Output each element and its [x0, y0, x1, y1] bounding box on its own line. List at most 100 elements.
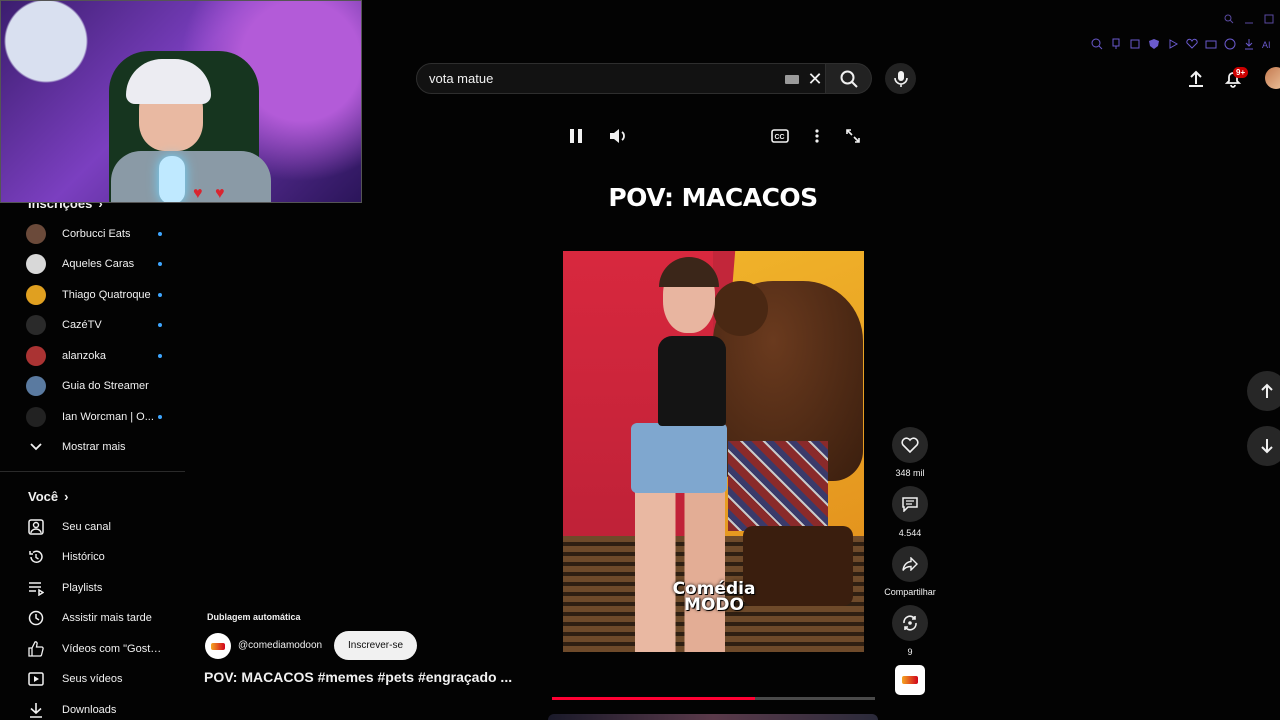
upload-button[interactable] [1183, 66, 1209, 92]
pause-button[interactable] [564, 124, 588, 148]
crop-icon[interactable] [1129, 38, 1141, 50]
channel-name[interactable]: @comediamodoon [238, 640, 322, 651]
search-box[interactable]: ✕ [416, 63, 826, 94]
next-short-preview[interactable] [548, 714, 878, 720]
short-video-player[interactable]: Comédia MODO [563, 251, 864, 652]
chevron-right-icon: › [64, 489, 69, 504]
new-content-dot [158, 323, 162, 327]
channel-logo-icon [902, 676, 918, 684]
sidebar-item-label: Aqueles Caras [62, 258, 135, 270]
sidebar-item-label: Histórico [62, 551, 105, 563]
share-button[interactable] [892, 546, 928, 582]
avatar [26, 254, 46, 274]
sidebar-item-guia-do-streamer[interactable]: Guia do Streamer [26, 373, 176, 399]
sidebar-item-seu-canal[interactable]: Seu canal [26, 514, 176, 540]
webcam-microphone [159, 156, 185, 202]
search-icon[interactable] [1224, 14, 1234, 24]
sidebar-item-label: Assistir mais tarde [62, 612, 152, 624]
sidebar-item-assistir-mais-tarde[interactable]: Assistir mais tarde [26, 605, 176, 631]
sound-thumbnail[interactable] [895, 665, 925, 695]
sidebar-item-label: Vídeos com "Gostei" [62, 643, 162, 655]
search-button[interactable] [826, 63, 872, 94]
heart-outline-icon[interactable] [1186, 38, 1198, 50]
sidebar-item-label: Ian Worcman | O... [62, 411, 154, 423]
more-options-button[interactable] [805, 124, 829, 148]
sidebar-item-label: alanzoka [62, 350, 107, 362]
sidebar-item-corbucci-eats[interactable]: Corbucci Eats [26, 221, 176, 247]
fullscreen-button[interactable] [841, 124, 865, 148]
sidebar-item-downloads[interactable]: Downloads [26, 697, 176, 720]
sidebar-item-seus-videos[interactable]: Seus vídeos [26, 666, 176, 692]
comment-count: 4.544 [898, 528, 922, 538]
sidebar-item-label: CazéTV [62, 319, 102, 331]
thumbs-up-icon [26, 639, 46, 659]
channel-avatar[interactable] [205, 633, 231, 659]
zoom-icon[interactable] [1091, 38, 1103, 50]
maximize-icon[interactable] [1264, 14, 1274, 24]
wallet-icon[interactable] [1205, 38, 1217, 50]
watermark-line: MODO [684, 595, 744, 615]
pin-icon[interactable] [1110, 38, 1122, 50]
sidebar-item-playlists[interactable]: Playlists [26, 575, 176, 601]
avatar [26, 315, 46, 335]
sidebar-item-thiago-quatroque[interactable]: Thiago Quatroque [26, 282, 176, 308]
sidebar-item-ian-worcman[interactable]: Ian Worcman | O... [26, 404, 176, 430]
sidebar-item-historico[interactable]: Histórico [26, 544, 176, 570]
auto-dubbing-label: Dublagem automática [207, 612, 301, 622]
avatar [26, 407, 46, 427]
share-icon [902, 557, 918, 571]
you-heading[interactable]: Você › [28, 489, 68, 504]
shield-icon[interactable] [1148, 38, 1160, 50]
close-icon[interactable]: ✕ [805, 69, 825, 89]
new-content-dot [158, 415, 162, 419]
webcam-overlay: ♥ ♥ [0, 0, 362, 203]
new-content-dot [158, 293, 162, 297]
remix-icon [903, 615, 917, 631]
video-title-overlay: POV: MACACOS [608, 183, 818, 212]
minimize-icon[interactable] [1244, 14, 1254, 24]
sidebar-item-cazetv[interactable]: CazéTV [26, 312, 176, 338]
comments-button[interactable] [892, 486, 928, 522]
remix-button[interactable] [892, 605, 928, 641]
volume-icon [610, 129, 625, 143]
svg-text:AI: AI [1262, 40, 1271, 50]
heart-outline-icon [901, 437, 919, 453]
video-progress-bar[interactable] [552, 697, 875, 700]
chevron-down-icon [26, 437, 46, 457]
keyboard-icon[interactable] [785, 75, 799, 84]
ai-icon[interactable]: AI [1262, 38, 1274, 50]
captions-button[interactable]: CC [768, 124, 792, 148]
short-title[interactable]: POV: MACACOS #memes #pets #engraçado ... [204, 669, 512, 685]
account-icon[interactable] [1224, 38, 1236, 50]
arrow-down-icon [1261, 439, 1273, 454]
show-more-button[interactable]: Mostrar mais [26, 434, 176, 460]
comment-icon [902, 497, 918, 512]
sidebar-item-videos-gostei[interactable]: Vídeos com "Gostei" [26, 636, 176, 662]
svg-text:CC: CC [775, 134, 785, 141]
upload-icon [1189, 70, 1203, 87]
mic-icon [893, 70, 908, 87]
video-scene [631, 423, 727, 493]
notification-badge: 9+ [1233, 67, 1249, 78]
video-scene [658, 336, 726, 426]
account-avatar[interactable] [1265, 67, 1280, 89]
next-short-button[interactable] [1247, 426, 1280, 466]
clock-icon [26, 608, 46, 628]
search-input[interactable] [429, 71, 769, 86]
avatar [26, 224, 46, 244]
new-content-dot [158, 232, 162, 236]
sidebar-item-alanzoka[interactable]: alanzoka [26, 343, 176, 369]
sidebar-item-label: Thiago Quatroque [62, 289, 151, 301]
sidebar-item-aqueles-caras[interactable]: Aqueles Caras [26, 251, 176, 277]
subscribe-button[interactable]: Inscrever-se [334, 631, 417, 660]
like-button[interactable] [892, 427, 928, 463]
volume-button[interactable] [607, 124, 631, 148]
voice-search-button[interactable] [885, 63, 916, 94]
sidebar-item-label: Seus vídeos [62, 673, 123, 685]
sidebar-item-label: Seu canal [62, 521, 111, 533]
sidebar-item-label: Corbucci Eats [62, 228, 131, 240]
play-icon[interactable] [1167, 38, 1179, 50]
sidebar-divider [0, 471, 185, 472]
download-icon[interactable] [1243, 38, 1255, 50]
previous-short-button[interactable] [1247, 371, 1280, 411]
